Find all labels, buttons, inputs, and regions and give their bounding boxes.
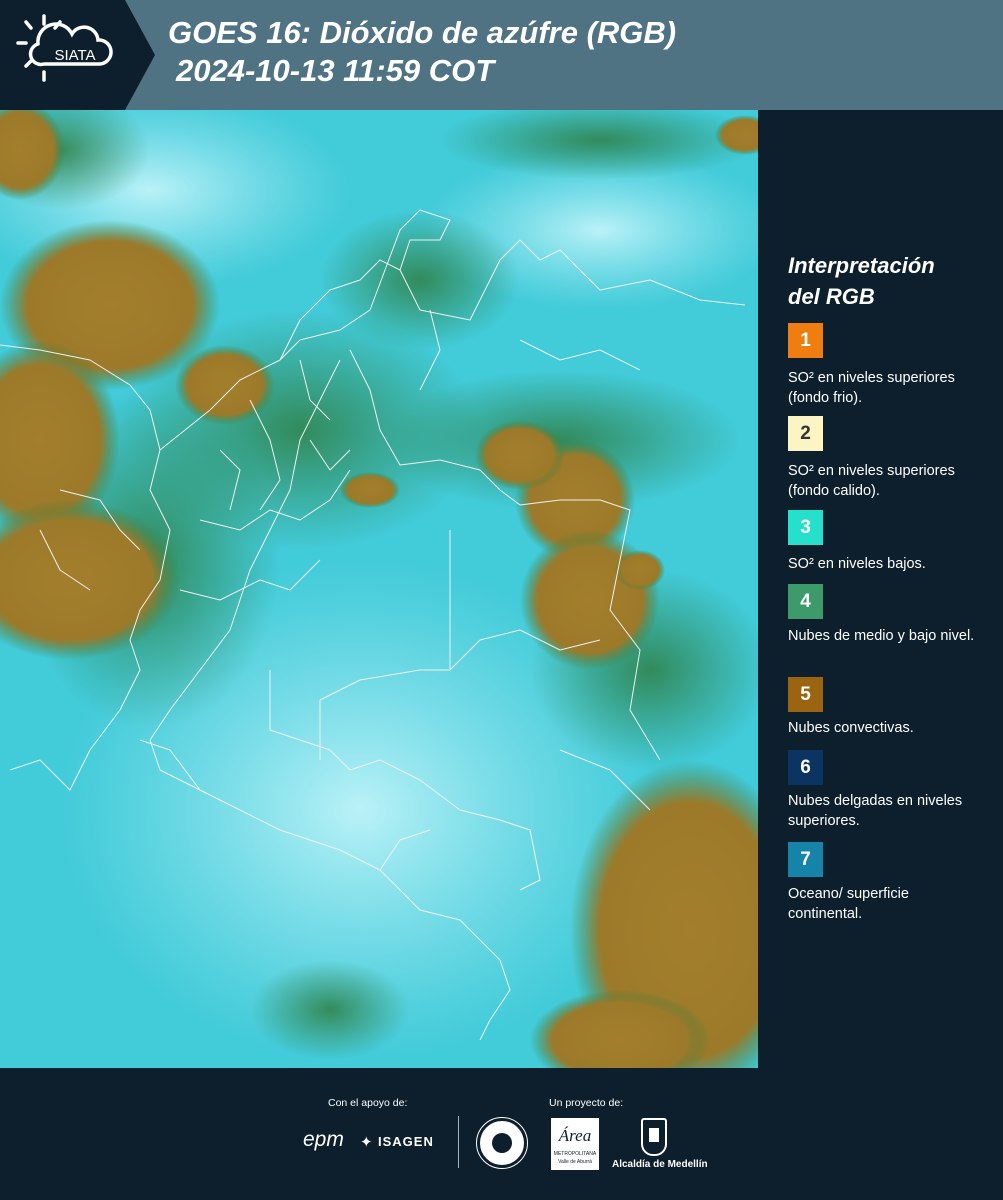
footer: Con el apoyo de: Un proyecto de: epm ✦ I…	[0, 1068, 1003, 1200]
legend-label-6: Nubes delgadas en niveles superiores.	[788, 793, 963, 829]
legend-number: 6	[800, 757, 811, 778]
siata-logo-badge: SIATA	[0, 0, 155, 110]
page-title: GOES 16: Dióxido de azúfre (RGB) 2024-10…	[168, 14, 676, 90]
area-subtitle2: Valle de Aburrá	[558, 1159, 592, 1165]
legend-swatch-7: 7	[788, 842, 823, 877]
title-timestamp: 2024-10-13 11:59 COT	[176, 53, 495, 88]
epm-logo: epm	[303, 1128, 344, 1151]
legend-number: 5	[800, 684, 811, 705]
support-caption: Con el apoyo de:	[328, 1097, 408, 1109]
project-caption: Un proyecto de:	[549, 1097, 624, 1109]
area-metropolitana-logo: Área METROPOLITANA Valle de Aburrá	[551, 1118, 599, 1170]
isagen-text: ISAGEN	[378, 1134, 434, 1149]
legend-number: 7	[800, 849, 811, 870]
legend-label-4: Nubes de medio y bajo nivel.	[788, 628, 975, 644]
legend-swatch-3: 3	[788, 510, 823, 545]
svg-text:SIATA: SIATA	[54, 47, 95, 64]
legend-number: 4	[800, 591, 811, 612]
isagen-mark-icon: ✦	[360, 1134, 373, 1151]
legend-label-2: SO² en niveles superiores (fondo calido)…	[788, 463, 955, 499]
legend-label-3: SO² en niveles bajos.	[788, 556, 926, 572]
legend-swatch-5: 5	[788, 677, 823, 712]
legend-title-line1: Interpretación	[788, 253, 935, 278]
legend-number: 2	[800, 423, 811, 444]
legend-title: Interpretación del RGB	[788, 250, 935, 312]
header-bar: SIATA GOES 16: Dióxido de azúfre (RGB) 2…	[0, 0, 1003, 110]
legend-title-line2: del RGB	[788, 284, 875, 309]
legend-swatch-2: 2	[788, 416, 823, 451]
legend-panel: Interpretación del RGB 1 SO² en niveles …	[760, 110, 1003, 1068]
area-name: Área	[558, 1126, 592, 1145]
legend-label-7: Oceano/ superficie continental.	[788, 886, 909, 922]
legend-label-1: SO² en niveles superiores (fondo frio).	[788, 370, 955, 406]
area-subtitle: METROPOLITANA	[553, 1151, 597, 1157]
isagen-logo: ✦ ISAGEN	[360, 1132, 440, 1154]
siata-logo: SIATA	[0, 0, 155, 110]
legend-number: 1	[800, 330, 811, 351]
legend-swatch-1: 1	[788, 323, 823, 358]
legend-number: 3	[800, 517, 811, 538]
alcaldia-text: Alcaldía de Medellín	[612, 1159, 708, 1170]
satellite-image	[0, 110, 758, 1068]
alcaldia-crest-icon	[641, 1118, 667, 1156]
footer-divider	[458, 1116, 459, 1168]
satellite-map	[0, 110, 758, 1068]
title-product: GOES 16: Dióxido de azúfre (RGB)	[168, 15, 677, 50]
medellin-seal-icon	[476, 1117, 528, 1169]
legend-swatch-4: 4	[788, 584, 823, 619]
legend-label-5: Nubes convectivas.	[788, 720, 914, 736]
legend-swatch-6: 6	[788, 750, 823, 785]
